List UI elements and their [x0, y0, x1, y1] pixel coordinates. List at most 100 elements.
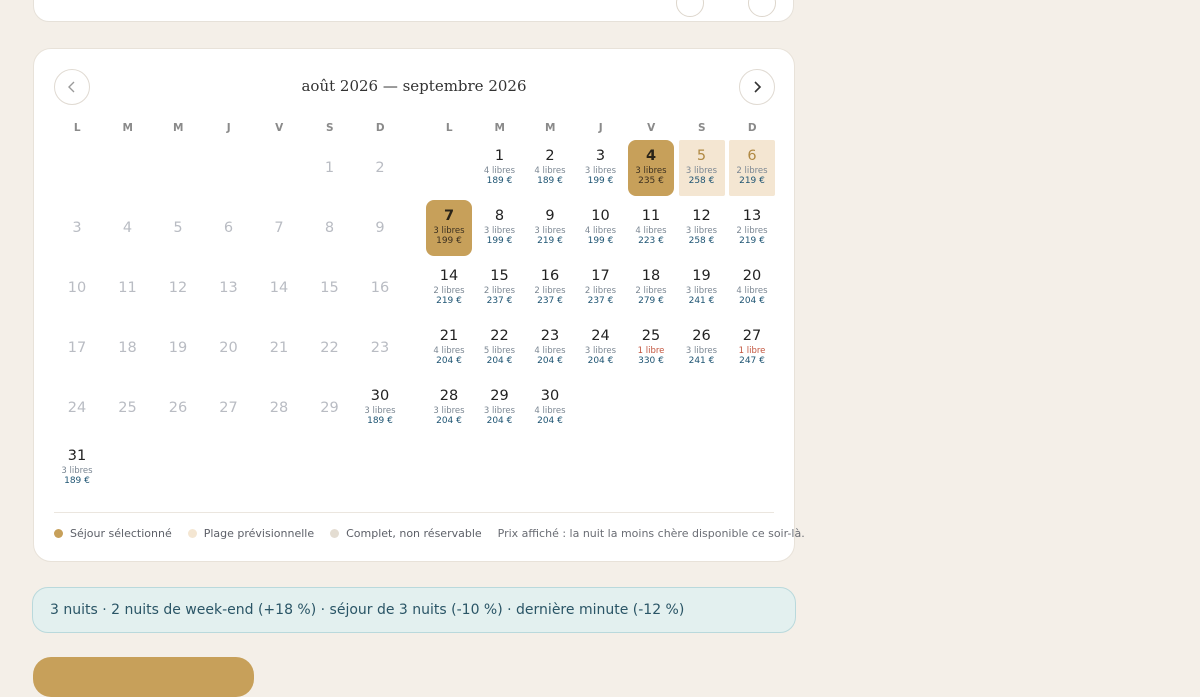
day-cell-past: 20 [206, 320, 252, 376]
day-price: 204 € [436, 416, 462, 426]
day-price: 235 € [638, 176, 664, 186]
day-number: 12 [692, 208, 711, 224]
day-cell-past: 21 [256, 320, 302, 376]
day-cell-selected[interactable]: 4 3 libres 235 € [628, 140, 674, 196]
card-action-button[interactable] [676, 0, 704, 17]
day-cell-past: 25 [105, 380, 151, 436]
day-number: 4 [645, 148, 657, 164]
day-cell-selected[interactable]: 7 3 libres 199 € [426, 200, 472, 256]
day-cell[interactable]: 26 3 libres 241 € [679, 320, 725, 376]
day-number: 22 [320, 340, 339, 356]
day-cell[interactable]: 17 2 libres 237 € [578, 260, 624, 316]
day-cell-tentative[interactable]: 6 2 libres 219 € [729, 140, 775, 196]
day-cell[interactable]: 24 3 libres 204 € [578, 320, 624, 376]
day-number: 21 [269, 340, 289, 356]
day-number: 28 [269, 400, 289, 416]
day-number: 25 [118, 400, 137, 416]
day-price: 199 € [587, 176, 614, 186]
day-price: 189 € [64, 476, 90, 486]
day-cell[interactable]: 29 3 libres 204 € [477, 380, 523, 436]
day-cell[interactable]: 10 4 libres 199 € [578, 200, 624, 256]
legend-item-selected: Séjour sélectionné [54, 527, 172, 540]
day-cell-past: 10 [54, 260, 100, 316]
day-cell-past: 18 [105, 320, 151, 376]
day-number: 18 [118, 340, 137, 356]
weekday-label: J [598, 122, 603, 134]
day-cell[interactable]: 30 3 libres 189 € [357, 380, 403, 436]
next-month-button[interactable] [739, 69, 775, 105]
day-cell[interactable]: 11 4 libres 223 € [628, 200, 674, 256]
day-cell[interactable]: 1 4 libres 189 € [477, 140, 523, 196]
month-grid-sep: 14 libres 189 €2 4 libres 189 €3 3 libres 199… [426, 140, 775, 436]
day-cell[interactable]: 14 2 libres 219 € [426, 260, 472, 316]
day-availability: 3 libres [433, 226, 465, 236]
day-cell[interactable]: 23 4 libres 204 € [527, 320, 573, 376]
day-number: 6 [223, 220, 234, 236]
legend-label: Plage prévisionnelle [203, 527, 315, 540]
day-cell[interactable]: 30 4 libres 204 € [527, 380, 573, 436]
day-availability: 1 libre [738, 346, 766, 356]
day-cell-past: 16 [357, 260, 403, 316]
card-action-button[interactable] [748, 0, 776, 17]
day-cell[interactable]: 15 2 libres 237 € [477, 260, 523, 316]
legend-dot-selected [54, 529, 63, 538]
weekday-label: L [73, 122, 81, 134]
weekday-label: V [275, 122, 284, 134]
day-cell[interactable]: 9 3 libres 219 € [527, 200, 573, 256]
calendar-legend: Séjour sélectionné Plage prévisionnelle … [54, 527, 805, 540]
day-number: 26 [692, 328, 711, 344]
day-cell[interactable]: 8 3 libres 199 € [477, 200, 523, 256]
day-cell[interactable]: 19 3 libres 241 € [679, 260, 725, 316]
day-availability: 4 libres [584, 226, 617, 236]
day-cell[interactable]: 16 2 libres 237 € [527, 260, 573, 316]
weekday-label: M [545, 122, 556, 134]
day-availability: 4 libres [635, 226, 667, 236]
day-number: 14 [439, 268, 459, 284]
day-cell-past: 29 [307, 380, 353, 436]
day-price: 189 € [486, 176, 513, 186]
day-number: 23 [370, 340, 390, 356]
day-cell[interactable]: 31 3 libres 189 € [54, 440, 100, 496]
day-availability: 5 libres [483, 346, 516, 356]
primary-action-button[interactable] [33, 657, 254, 697]
day-availability: 3 libres [364, 406, 396, 416]
day-cell[interactable]: 3 3 libres 199 € [578, 140, 624, 196]
day-availability: 3 libres [584, 166, 617, 176]
day-cell[interactable]: 12 3 libres 258 € [679, 200, 725, 256]
day-cell[interactable]: 13 2 libres 219 € [729, 200, 775, 256]
weekday-label: J [226, 122, 231, 134]
day-price: 241 € [688, 296, 715, 306]
day-cell[interactable]: 27 1 libre 247 € [729, 320, 775, 376]
day-price: 258 € [688, 176, 715, 186]
day-cell-tentative[interactable]: 5 3 libres 258 € [678, 140, 725, 196]
day-price: 219 € [537, 236, 563, 246]
day-cell[interactable]: 21 4 libres 204 € [426, 320, 472, 376]
weekday-label: S [697, 122, 706, 134]
legend-label: Complet, non réservable [346, 527, 482, 540]
day-number: 29 [320, 400, 339, 416]
day-number: 11 [118, 280, 137, 296]
day-number: 17 [591, 268, 610, 284]
day-number: 11 [641, 208, 661, 224]
weekday-header-aug: L M M J V S D [52, 122, 406, 134]
day-cell[interactable]: 25 1 libre 330 € [628, 320, 674, 376]
day-cell-past: 22 [307, 320, 353, 376]
day-number: 3 [595, 148, 606, 164]
day-availability: 4 libres [534, 406, 566, 416]
day-number: 27 [742, 328, 762, 344]
legend-label: Séjour sélectionné [70, 527, 172, 540]
day-number: 9 [545, 208, 555, 224]
day-cell[interactable]: 2 4 libres 189 € [527, 140, 573, 196]
day-cell[interactable]: 22 5 libres 204 € [477, 320, 523, 376]
day-number: 7 [443, 208, 455, 224]
day-cell-past: 12 [155, 260, 201, 316]
day-cell[interactable]: 28 3 libres 204 € [426, 380, 472, 436]
day-cell[interactable]: 18 2 libres 279 € [628, 260, 674, 316]
day-cell-empty [54, 140, 100, 196]
day-cell[interactable]: 20 4 libres 204 € [729, 260, 775, 316]
day-number: 13 [742, 208, 762, 224]
day-number: 25 [641, 328, 661, 344]
day-availability: 2 libres [584, 286, 617, 296]
day-cell-past: 9 [357, 200, 403, 256]
day-cell-past: 2 [357, 140, 403, 196]
